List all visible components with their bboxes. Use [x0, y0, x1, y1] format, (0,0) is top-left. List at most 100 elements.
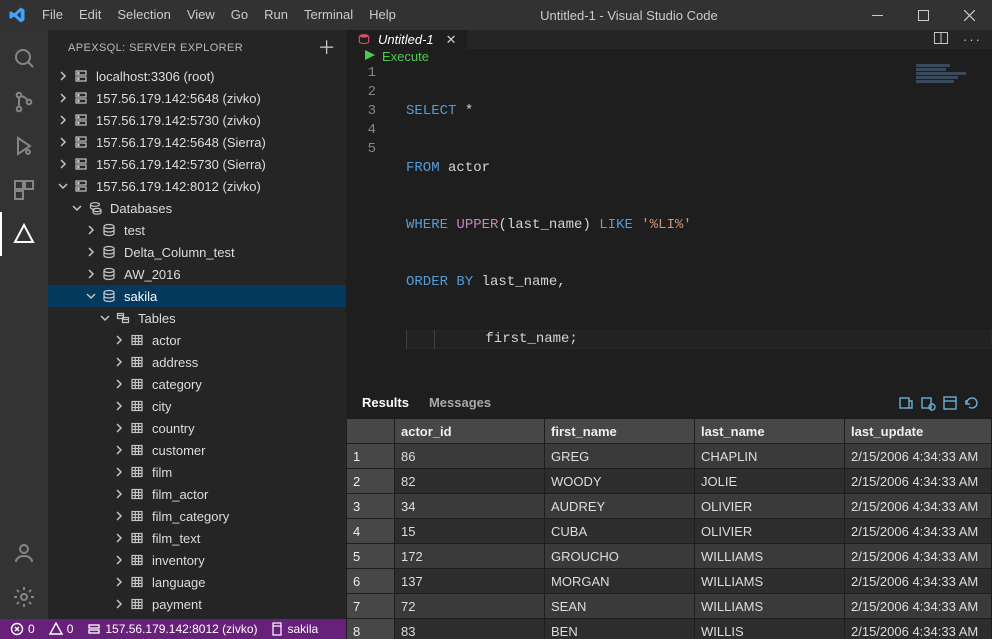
export-icon[interactable]	[898, 395, 914, 411]
menu-help[interactable]: Help	[361, 0, 404, 30]
table-row[interactable]: 6137MORGANWILLIAMS2/15/2006 4:34:33 AM	[347, 569, 992, 594]
menu-go[interactable]: Go	[223, 0, 256, 30]
cell[interactable]: 2/15/2006 4:34:33 AM	[845, 569, 992, 594]
server-5[interactable]: 157.56.179.142:8012 (zivko)	[48, 175, 346, 197]
export-icon-2[interactable]	[920, 395, 936, 411]
cell[interactable]: 15	[395, 519, 545, 544]
cell[interactable]: 34	[395, 494, 545, 519]
play-icon[interactable]	[364, 49, 376, 64]
table-row[interactable]: 883BENWILLIS2/15/2006 4:34:33 AM	[347, 619, 992, 639]
table-city[interactable]: city	[48, 395, 346, 417]
activity-extensions-icon[interactable]	[0, 168, 48, 212]
status-errors[interactable]: 0	[10, 622, 35, 636]
table-row[interactable]: 5172GROUCHOWILLIAMS2/15/2006 4:34:33 AM	[347, 544, 992, 569]
menu-run[interactable]: Run	[256, 0, 296, 30]
activity-apexsql-icon[interactable]	[0, 212, 48, 256]
server-3[interactable]: 157.56.179.142:5648 (Sierra)	[48, 131, 346, 153]
table-row[interactable]: 186GREGCHAPLIN2/15/2006 4:34:33 AM	[347, 444, 992, 469]
cell[interactable]: OLIVIER	[695, 519, 845, 544]
status-warnings[interactable]: 0	[49, 622, 74, 636]
databases-folder[interactable]: Databases	[48, 197, 346, 219]
cell[interactable]: WILLIAMS	[695, 544, 845, 569]
cell[interactable]: 137	[395, 569, 545, 594]
server-0[interactable]: localhost:3306 (root)	[48, 65, 346, 87]
cell[interactable]: GREG	[545, 444, 695, 469]
status-database[interactable]: sakila	[271, 622, 318, 636]
cell[interactable]: 2/15/2006 4:34:33 AM	[845, 544, 992, 569]
table-film_actor[interactable]: film_actor	[48, 483, 346, 505]
cell[interactable]: BEN	[545, 619, 695, 639]
cell[interactable]: 2/15/2006 4:34:33 AM	[845, 594, 992, 619]
table-film_category[interactable]: film_category	[48, 505, 346, 527]
export-icon-3[interactable]	[942, 395, 958, 411]
cell[interactable]: 2/15/2006 4:34:33 AM	[845, 519, 992, 544]
table-film[interactable]: film	[48, 461, 346, 483]
maximize-button[interactable]	[900, 0, 946, 30]
execute-button[interactable]: Execute	[382, 49, 429, 64]
table-row[interactable]: 334AUDREYOLIVIER2/15/2006 4:34:33 AM	[347, 494, 992, 519]
close-button[interactable]	[946, 0, 992, 30]
table-payment[interactable]: payment	[48, 593, 346, 615]
more-actions-icon[interactable]: ···	[963, 32, 982, 47]
cell[interactable]: 82	[395, 469, 545, 494]
cell[interactable]: OLIVIER	[695, 494, 845, 519]
cell[interactable]: WILLIAMS	[695, 569, 845, 594]
split-editor-icon[interactable]	[933, 30, 949, 49]
menu-edit[interactable]: Edit	[71, 0, 109, 30]
results-grid[interactable]: actor_idfirst_namelast_namelast_update 1…	[346, 418, 992, 639]
table-film_text[interactable]: film_text	[48, 527, 346, 549]
table-language[interactable]: language	[48, 571, 346, 593]
database-Delta_Column_test[interactable]: Delta_Column_test	[48, 241, 346, 263]
table-row[interactable]: 282WOODYJOLIE2/15/2006 4:34:33 AM	[347, 469, 992, 494]
menu-terminal[interactable]: Terminal	[296, 0, 361, 30]
cell[interactable]: SEAN	[545, 594, 695, 619]
server-1[interactable]: 157.56.179.142:5648 (zivko)	[48, 87, 346, 109]
table-row[interactable]: 772SEANWILLIAMS2/15/2006 4:34:33 AM	[347, 594, 992, 619]
cell[interactable]: 2/15/2006 4:34:33 AM	[845, 494, 992, 519]
editor-tab-untitled-1[interactable]: Untitled-1 ✕	[346, 30, 468, 49]
menu-file[interactable]: File	[34, 0, 71, 30]
column-header-actor_id[interactable]: actor_id	[395, 419, 545, 444]
tab-messages[interactable]: Messages	[419, 388, 501, 418]
database-sakila[interactable]: sakila	[48, 285, 346, 307]
cell[interactable]: 172	[395, 544, 545, 569]
menu-view[interactable]: View	[179, 0, 223, 30]
cell[interactable]: 2/15/2006 4:34:33 AM	[845, 619, 992, 639]
activity-accounts-icon[interactable]	[0, 531, 48, 575]
cell[interactable]: WILLIAMS	[695, 594, 845, 619]
cell[interactable]: WOODY	[545, 469, 695, 494]
database-AW_2016[interactable]: AW_2016	[48, 263, 346, 285]
cell[interactable]: CHAPLIN	[695, 444, 845, 469]
cell[interactable]: MORGAN	[545, 569, 695, 594]
cell[interactable]: AUDREY	[545, 494, 695, 519]
table-actor[interactable]: actor	[48, 329, 346, 351]
database-test[interactable]: test	[48, 219, 346, 241]
column-header-last_name[interactable]: last_name	[695, 419, 845, 444]
activity-settings-icon[interactable]	[0, 575, 48, 619]
minimap[interactable]	[916, 64, 976, 86]
activity-explorer-icon[interactable]	[0, 36, 48, 80]
cell[interactable]: WILLIS	[695, 619, 845, 639]
cell[interactable]: 72	[395, 594, 545, 619]
minimize-button[interactable]	[854, 0, 900, 30]
table-country[interactable]: country	[48, 417, 346, 439]
table-inventory[interactable]: inventory	[48, 549, 346, 571]
close-icon[interactable]: ✕	[446, 32, 457, 48]
cell[interactable]: GROUCHO	[545, 544, 695, 569]
tables-folder[interactable]: Tables	[48, 307, 346, 329]
cell[interactable]: 2/15/2006 4:34:33 AM	[845, 444, 992, 469]
column-header-last_update[interactable]: last_update	[845, 419, 992, 444]
activity-source-control-icon[interactable]	[0, 80, 48, 124]
add-connection-button[interactable]: ＋	[318, 39, 336, 57]
menu-selection[interactable]: Selection	[109, 0, 178, 30]
server-explorer-tree[interactable]: localhost:3306 (root)157.56.179.142:5648…	[48, 65, 346, 619]
status-connection[interactable]: 157.56.179.142:8012 (zivko)	[87, 622, 257, 636]
column-header-first_name[interactable]: first_name	[545, 419, 695, 444]
cell[interactable]: JOLIE	[695, 469, 845, 494]
cell[interactable]: 2/15/2006 4:34:33 AM	[845, 469, 992, 494]
cell[interactable]: CUBA	[545, 519, 695, 544]
table-category[interactable]: category	[48, 373, 346, 395]
table-address[interactable]: address	[48, 351, 346, 373]
server-4[interactable]: 157.56.179.142:5730 (Sierra)	[48, 153, 346, 175]
code-editor[interactable]: 1 2 3 4 5 SELECT * FROM actor WHERE UPPE…	[346, 64, 992, 387]
